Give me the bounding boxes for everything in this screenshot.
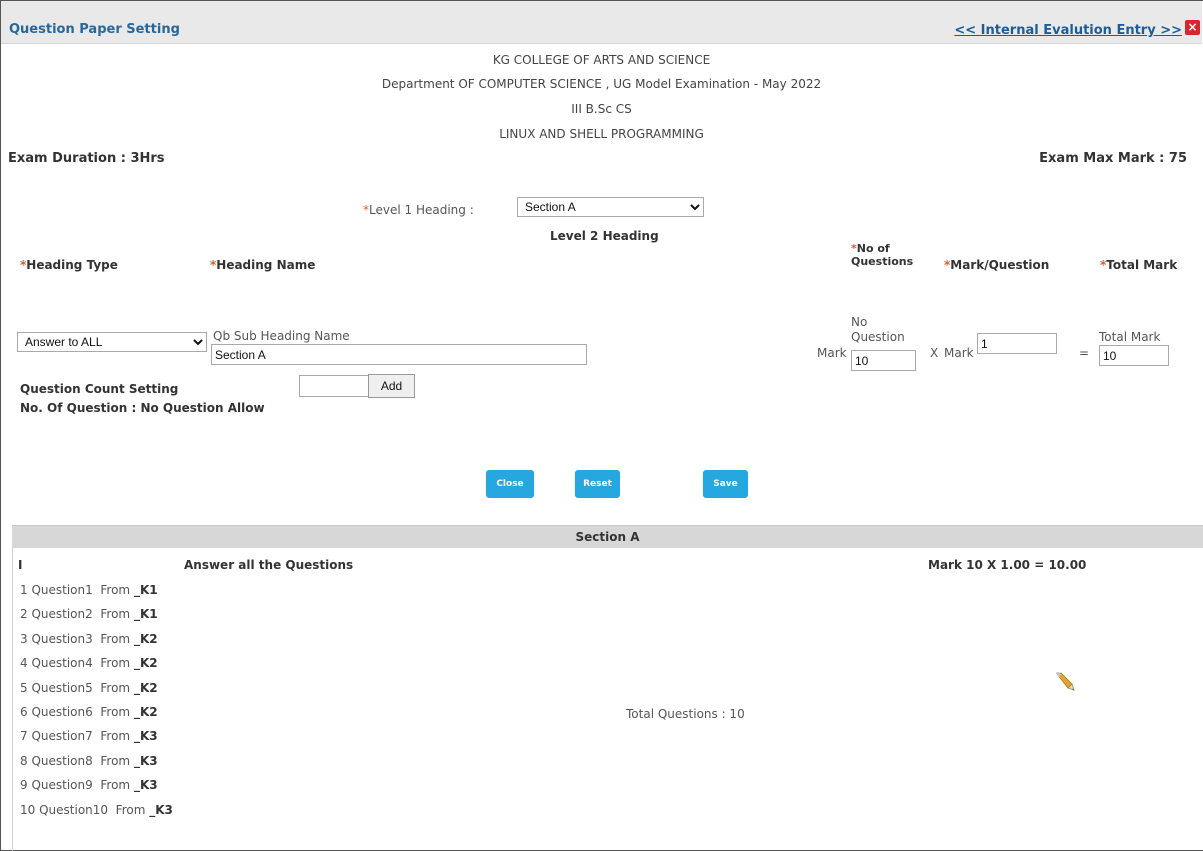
- mark-per-question-input[interactable]: [977, 333, 1057, 354]
- section-header: Section A: [12, 525, 1203, 548]
- question-name: Question8: [31, 753, 101, 768]
- subject-name: LINUX AND SHELL PROGRAMMING: [499, 127, 704, 141]
- exam-duration: Exam Duration : 3Hrs: [8, 151, 165, 166]
- question-from: From: [100, 631, 134, 646]
- pencil-icon[interactable]: [1053, 672, 1075, 692]
- close-icon[interactable]: ×: [1185, 20, 1200, 35]
- question-row: 6 Question6 From _K2: [20, 705, 158, 719]
- section-roman-number: I: [18, 558, 23, 572]
- times-sign: X: [930, 346, 939, 360]
- heading-name-input[interactable]: [211, 344, 587, 365]
- question-from: From: [100, 607, 134, 622]
- question-row: 2 Question2 From _K1: [20, 607, 158, 621]
- section-left-border: [12, 548, 13, 851]
- question-from: From: [100, 705, 134, 719]
- question-number: 3: [20, 631, 32, 646]
- total-mark-label: *Total Mark: [1100, 258, 1178, 272]
- heading-name-label: *Heading Name: [210, 258, 316, 272]
- question-row: 1 Question1 From _K1: [20, 583, 158, 597]
- question-knowledge-level: _K2: [133, 656, 158, 671]
- page-title: Question Paper Setting: [9, 22, 180, 37]
- level2-heading-title: Level 2 Heading: [550, 229, 659, 243]
- question-number: 9: [20, 778, 32, 793]
- heading-type-select[interactable]: Answer to ALL: [17, 332, 207, 352]
- question-from: From: [100, 656, 134, 671]
- total-mark-input[interactable]: [1099, 345, 1169, 366]
- question-from: From: [100, 729, 134, 744]
- heading-type-label: *Heading Type: [20, 258, 118, 272]
- question-count-title: Question Count Setting: [20, 382, 179, 396]
- class-name: III B.Sc CS: [571, 102, 632, 116]
- save-button[interactable]: Save: [703, 470, 748, 498]
- question-knowledge-level: _K3: [133, 753, 158, 768]
- reset-button[interactable]: Reset: [575, 470, 620, 498]
- question-row: 5 Question5 From _K2: [20, 681, 158, 695]
- question-from: From: [100, 680, 134, 695]
- question-from: From: [100, 778, 134, 793]
- question-from: From: [100, 583, 134, 597]
- question-name: Question3: [31, 631, 101, 646]
- qb-sub-heading-label: Qb Sub Heading Name: [213, 329, 350, 343]
- level1-heading-select[interactable]: Section A: [517, 197, 704, 217]
- question-knowledge-level: _K3: [149, 802, 173, 817]
- question-name: Question2: [31, 607, 101, 622]
- no-question-label: No Question: [851, 315, 905, 344]
- question-knowledge-level: _K3: [133, 778, 158, 793]
- section-mark-formula: Mark 10 X 1.00 = 10.00: [928, 558, 1087, 572]
- question-name: Question9: [31, 778, 101, 793]
- question-knowledge-level: _K1: [133, 583, 158, 597]
- total-mark-field-label: Total Mark: [1099, 330, 1161, 344]
- add-button[interactable]: Add: [368, 374, 415, 398]
- question-knowledge-level: _K1: [133, 607, 158, 622]
- no-of-question-label: No. Of Question : No Question Allow: [20, 401, 265, 415]
- mark-field-label: Mark: [944, 346, 974, 360]
- total-questions: Total Questions : 10: [626, 707, 745, 721]
- question-knowledge-level: _K2: [133, 680, 158, 695]
- exam-max-mark: Exam Max Mark : 75: [1039, 151, 1187, 166]
- question-name: Question6: [31, 705, 101, 719]
- no-of-question-input[interactable]: [299, 375, 369, 397]
- question-row: 9 Question9 From _K3: [20, 778, 158, 792]
- question-knowledge-level: _K2: [133, 631, 158, 646]
- question-from: From: [115, 802, 150, 817]
- section-instruction: Answer all the Questions: [184, 558, 354, 572]
- section-title: Section A: [575, 530, 640, 544]
- question-number: 1: [20, 583, 32, 597]
- college-name: KG COLLEGE OF ARTS AND SCIENCE: [492, 53, 711, 67]
- question-row: 3 Question3 From _K2: [20, 632, 158, 646]
- close-button[interactable]: Close: [486, 470, 534, 498]
- question-row: 10 Question10 From _K3: [20, 803, 173, 817]
- mark-prefix: Mark: [817, 346, 847, 360]
- question-number: 7: [20, 729, 32, 744]
- question-number: 5: [20, 680, 32, 695]
- question-row: 8 Question8 From _K3: [20, 754, 158, 768]
- question-row: 4 Question4 From _K2: [20, 656, 158, 670]
- question-name: Question4: [31, 656, 101, 671]
- question-number: 8: [20, 753, 32, 768]
- department-line: Department OF COMPUTER SCIENCE , UG Mode…: [381, 77, 822, 91]
- question-number: 2: [20, 607, 32, 622]
- level1-heading-label: *Level 1 Heading :: [363, 203, 474, 217]
- question-number: 6: [20, 705, 32, 719]
- question-name: Question7: [31, 729, 101, 744]
- question-number: 4: [20, 656, 32, 671]
- question-row: 7 Question7 From _K3: [20, 729, 158, 743]
- question-knowledge-level: _K2: [133, 705, 158, 719]
- question-name: Question10: [39, 802, 116, 817]
- question-name: Question1: [31, 583, 101, 597]
- title-bar: Question Paper Setting << Internal Evalu…: [1, 1, 1202, 44]
- question-from: From: [100, 753, 134, 768]
- question-number: 10: [20, 802, 40, 817]
- mark-per-question-label: *Mark/Question: [944, 258, 1050, 272]
- question-knowledge-level: _K3: [133, 729, 158, 744]
- equals-sign: =: [1079, 346, 1090, 360]
- internal-evaluation-link[interactable]: << Internal Evalution Entry >>: [954, 23, 1182, 38]
- question-name: Question5: [31, 680, 101, 695]
- no-of-questions-input[interactable]: [851, 350, 916, 371]
- no-of-questions-label: *No of Questions: [851, 242, 914, 268]
